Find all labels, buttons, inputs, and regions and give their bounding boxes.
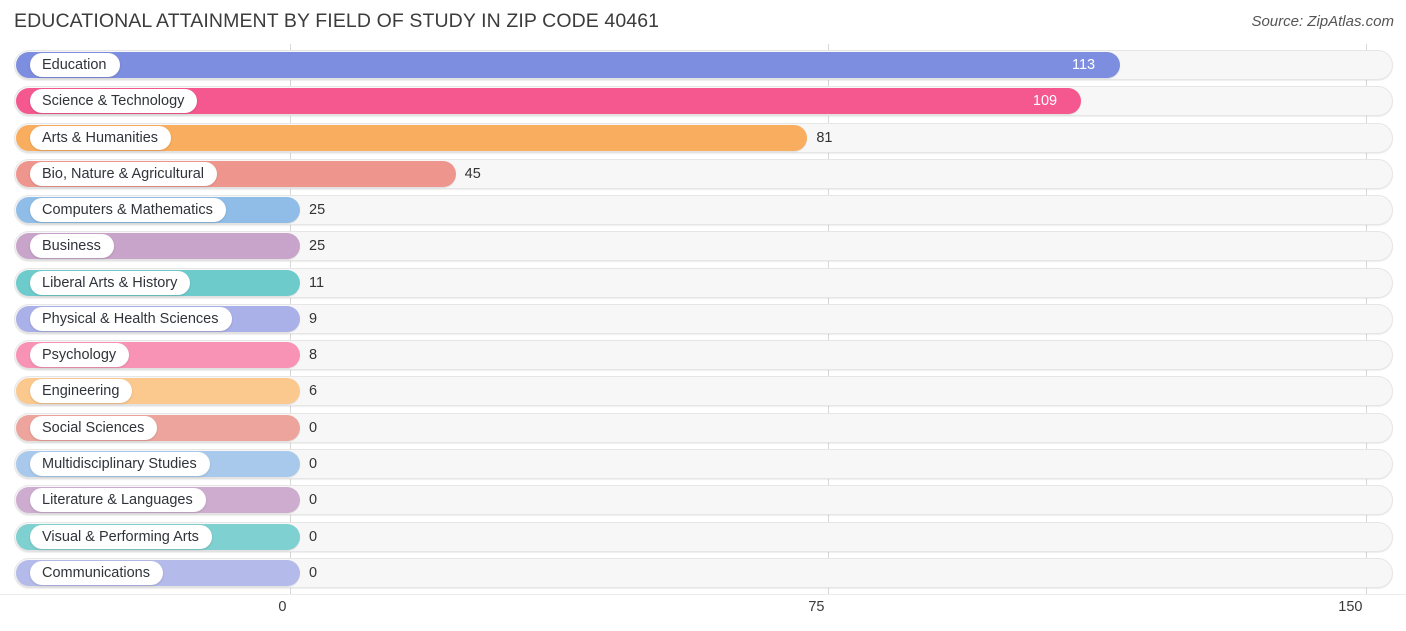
bar-fill[interactable] <box>16 52 1120 78</box>
category-label-pill: Social Sciences <box>30 415 158 440</box>
bar-value-label: 113 <box>1072 57 1096 73</box>
bar-value-label: 81 <box>816 129 833 146</box>
category-label: Physical & Health Sciences <box>42 310 219 327</box>
category-label-pill: Literature & Languages <box>30 488 206 513</box>
category-label-pill: Business <box>30 234 114 259</box>
category-label-pill: Arts & Humanities <box>30 125 172 150</box>
category-label-pill: Multidisciplinary Studies <box>30 451 210 476</box>
bar-row[interactable]: Liberal Arts & History 11 <box>0 267 1406 298</box>
category-label: Bio, Nature & Agricultural <box>42 165 204 182</box>
category-label-pill: Visual & Performing Arts <box>30 524 212 549</box>
category-label: Literature & Languages <box>42 492 193 509</box>
bar-row[interactable]: Multidisciplinary Studies 0 <box>0 448 1406 479</box>
bar-row[interactable]: Communications 0 <box>0 557 1406 588</box>
bar-row[interactable]: Engineering 6 <box>0 376 1406 407</box>
x-axis: 0 75 150 <box>0 594 1406 631</box>
bar-value-label: 6 <box>309 383 318 400</box>
chart-header: EDUCATIONAL ATTAINMENT BY FIELD OF STUDY… <box>0 0 1406 44</box>
bar-value-label: 0 <box>309 455 318 472</box>
bar-row[interactable]: Education 113 <box>0 50 1406 80</box>
bar-row[interactable]: Physical & Health Sciences 9 <box>0 303 1406 334</box>
bar-row[interactable]: Psychology 8 <box>0 340 1406 371</box>
category-label-pill: Science & Technology <box>30 89 198 114</box>
x-tick-label: 0 <box>278 599 287 615</box>
category-label: Multidisciplinary Studies <box>42 455 197 472</box>
category-label-pill: Physical & Health Sciences <box>30 306 232 331</box>
category-label: Education <box>42 57 107 73</box>
bar-value-label: 8 <box>309 347 318 364</box>
bar-value-label: 25 <box>309 238 326 255</box>
chart-plot-area: Education 113 Science & Technology 109 Arts … <box>0 44 1406 594</box>
chart-page: EDUCATIONAL ATTAINMENT BY FIELD OF STUDY… <box>0 0 1406 631</box>
category-label: Communications <box>42 564 150 581</box>
bar-row[interactable]: Social Sciences 0 <box>0 412 1406 443</box>
bar-row[interactable]: Science & Technology 109 <box>0 86 1406 117</box>
category-label-pill: Education <box>30 53 120 77</box>
bar-value-label: 0 <box>309 564 318 581</box>
category-label-pill: Engineering <box>30 379 133 404</box>
category-label-pill: Computers & Mathematics <box>30 198 226 223</box>
bar-value-label: 9 <box>309 310 318 327</box>
category-label: Business <box>42 238 101 255</box>
axis-separator <box>0 594 1406 595</box>
bar-value-label: 11 <box>309 274 325 291</box>
category-label: Visual & Performing Arts <box>42 528 199 545</box>
bar-row[interactable]: Literature & Languages 0 <box>0 485 1406 516</box>
category-label-pill: Liberal Arts & History <box>30 270 191 295</box>
category-label: Social Sciences <box>42 419 145 436</box>
x-tick-label: 75 <box>808 599 825 615</box>
bar-value-label: 0 <box>309 528 318 545</box>
bar-value-label: 45 <box>464 165 481 182</box>
bar-value-label: 0 <box>309 419 318 436</box>
category-label: Computers & Mathematics <box>42 202 213 219</box>
bar-row[interactable]: Bio, Nature & Agricultural 45 <box>0 158 1406 189</box>
category-label: Liberal Arts & History <box>42 274 178 291</box>
category-label: Engineering <box>42 383 120 400</box>
category-label-pill: Bio, Nature & Agricultural <box>30 161 217 186</box>
bar-value-label: 0 <box>309 492 318 509</box>
bar-row[interactable]: Computers & Mathematics 25 <box>0 195 1406 226</box>
source-attribution: Source: ZipAtlas.com <box>1251 13 1394 30</box>
category-label-pill: Communications <box>30 560 163 585</box>
x-tick-label: 150 <box>1338 599 1363 615</box>
bar-row[interactable]: Visual & Performing Arts 0 <box>0 521 1406 552</box>
category-label: Science & Technology <box>42 93 185 110</box>
bar-value-label: 109 <box>1032 93 1058 110</box>
category-label: Psychology <box>42 347 117 364</box>
bar-row[interactable]: Business 25 <box>0 231 1406 262</box>
category-label-pill: Psychology <box>30 343 130 368</box>
category-label: Arts & Humanities <box>42 129 159 146</box>
bar-value-label: 25 <box>309 202 326 219</box>
bar-row[interactable]: Arts & Humanities 81 <box>0 122 1406 153</box>
page-title: EDUCATIONAL ATTAINMENT BY FIELD OF STUDY… <box>14 10 660 32</box>
